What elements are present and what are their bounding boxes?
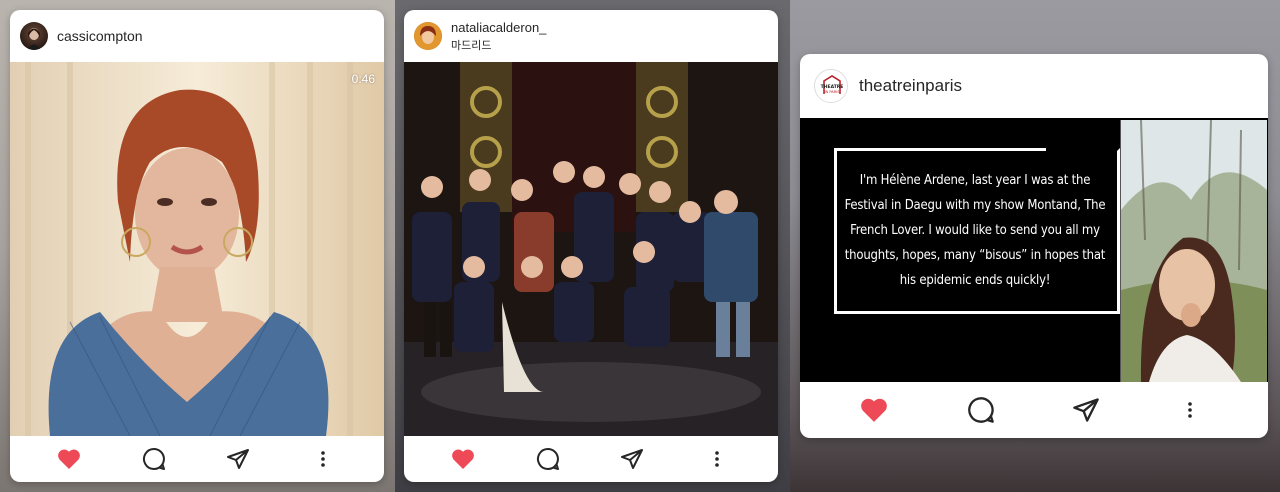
theatre-logo: THEATRE IN PARIS bbox=[816, 71, 847, 102]
post-card-cassicompton: cassicompton 0:46 bbox=[10, 10, 384, 482]
username[interactable]: cassicompton bbox=[57, 28, 143, 44]
header-text: nataliacalderon_ 마드리드 bbox=[451, 20, 546, 53]
action-bar bbox=[800, 382, 1268, 438]
svg-text:IN PARIS: IN PARIS bbox=[824, 90, 840, 94]
comment-icon bbox=[968, 397, 994, 423]
avatar-image bbox=[414, 22, 442, 50]
send-icon bbox=[621, 449, 643, 469]
more-icon bbox=[715, 451, 719, 467]
post-header: nataliacalderon_ 마드리드 bbox=[404, 10, 778, 62]
send-icon bbox=[1073, 398, 1099, 422]
post-header: THEATRE IN PARIS theatreinparis bbox=[800, 54, 1268, 118]
photo-image bbox=[404, 62, 778, 436]
more-icon bbox=[321, 451, 325, 467]
heart-icon bbox=[861, 398, 887, 422]
avatar[interactable] bbox=[20, 22, 48, 50]
post-card-theatreinparis: THEATRE IN PARIS theatreinparis I'm Hélè… bbox=[800, 54, 1268, 438]
comment-button[interactable] bbox=[966, 396, 996, 424]
post-video[interactable]: I'm Hélène Ardene, last year I was at th… bbox=[800, 118, 1268, 382]
more-icon bbox=[1188, 402, 1192, 418]
heart-icon bbox=[58, 449, 80, 469]
location-label[interactable]: 마드리드 bbox=[451, 37, 546, 53]
avatar[interactable]: THEATRE IN PARIS bbox=[814, 69, 848, 103]
comment-button[interactable] bbox=[142, 447, 166, 471]
more-options-button[interactable] bbox=[313, 447, 333, 471]
video-timer: 0:46 bbox=[351, 72, 375, 86]
share-button[interactable] bbox=[620, 447, 644, 471]
video-frame bbox=[10, 62, 384, 436]
post-header: cassicompton bbox=[10, 10, 384, 62]
post-video[interactable]: 0:46 bbox=[10, 62, 384, 436]
send-icon bbox=[227, 449, 249, 469]
comment-icon bbox=[536, 447, 559, 470]
like-button[interactable] bbox=[57, 447, 81, 471]
quote-text: I'm Hélène Ardene, last year I was at th… bbox=[844, 173, 1106, 288]
avatar-image bbox=[27, 28, 41, 50]
action-bar bbox=[404, 436, 778, 482]
username[interactable]: nataliacalderon_ bbox=[451, 20, 546, 35]
like-button[interactable] bbox=[451, 447, 475, 471]
share-button[interactable] bbox=[1071, 396, 1101, 424]
video-inset bbox=[1120, 119, 1267, 382]
heart-icon bbox=[452, 449, 474, 469]
post-card-nataliacalderon: nataliacalderon_ 마드리드 bbox=[404, 10, 778, 482]
video-inset-image bbox=[1121, 119, 1267, 382]
post-photo[interactable] bbox=[404, 62, 778, 436]
avatar[interactable] bbox=[414, 22, 442, 50]
action-bar bbox=[10, 436, 384, 482]
more-options-button[interactable] bbox=[707, 447, 727, 471]
comment-button[interactable] bbox=[536, 447, 560, 471]
more-options-button[interactable] bbox=[1180, 396, 1200, 424]
share-button[interactable] bbox=[226, 447, 250, 471]
comment-icon bbox=[142, 447, 165, 470]
username[interactable]: theatreinparis bbox=[859, 76, 962, 96]
like-button[interactable] bbox=[859, 396, 889, 424]
